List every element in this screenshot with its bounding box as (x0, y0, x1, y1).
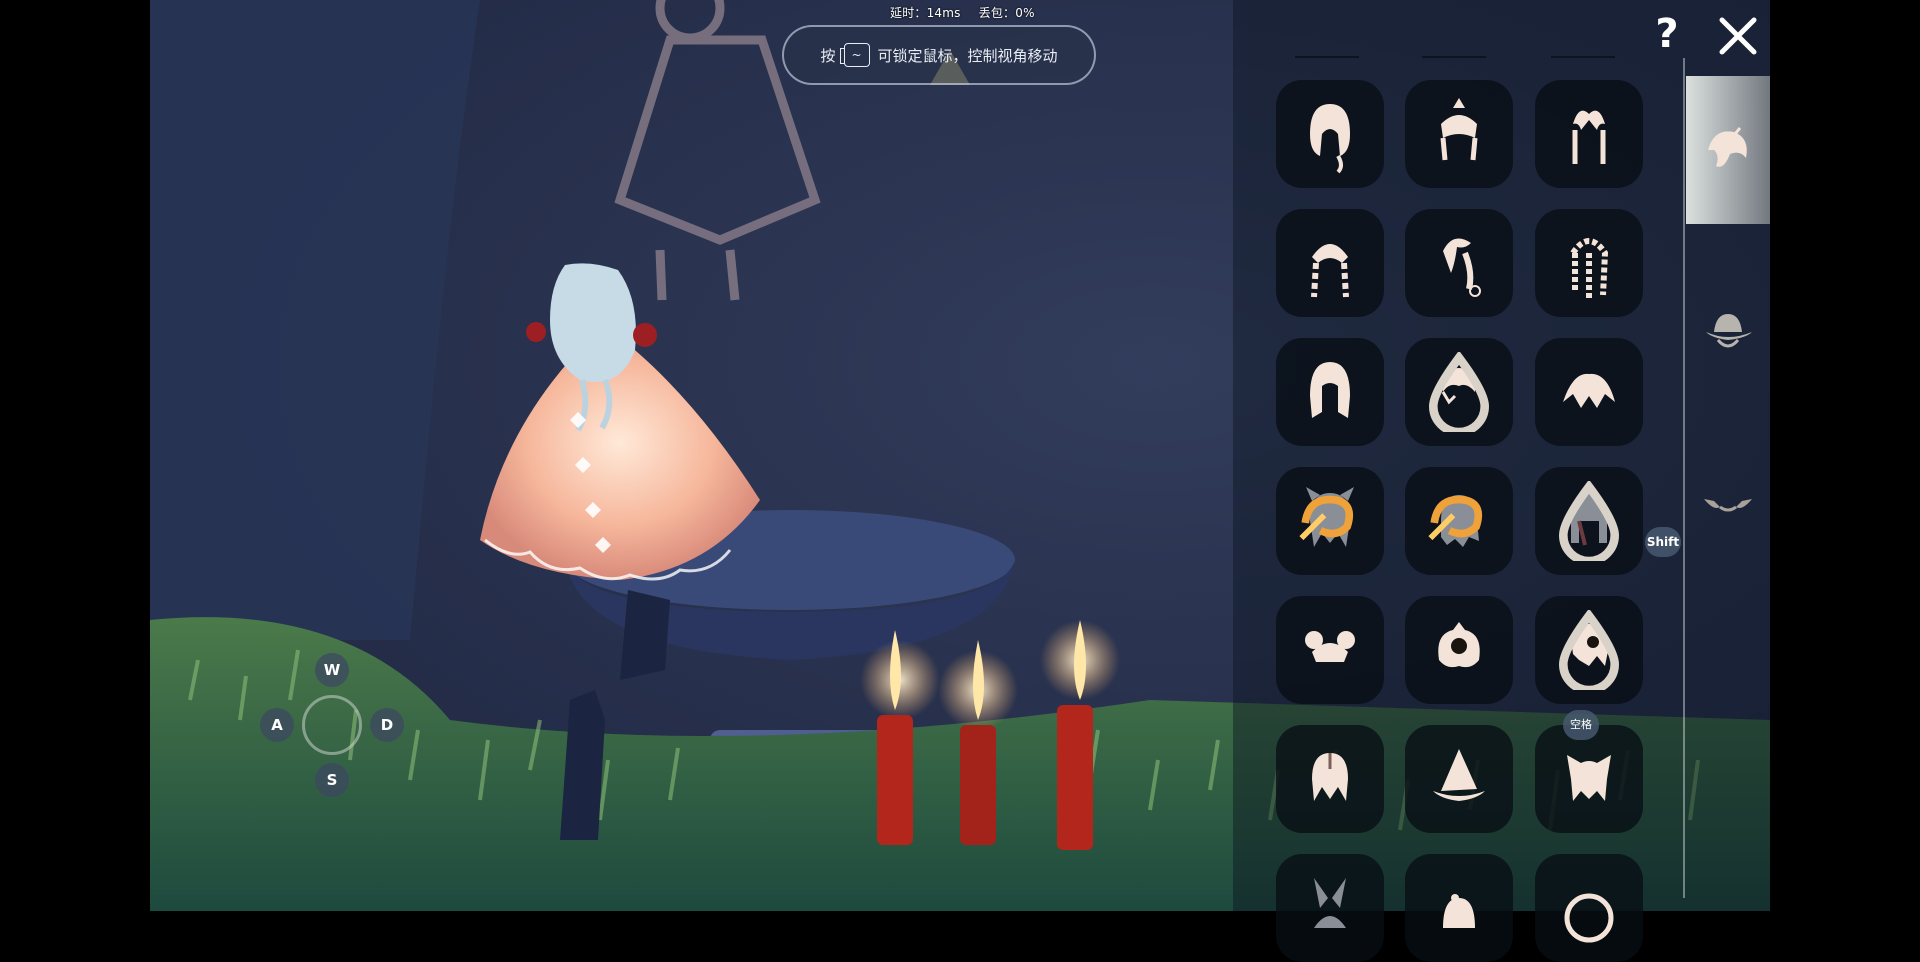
outfit-item[interactable] (1535, 596, 1643, 704)
hair-style-3-icon (1572, 110, 1606, 164)
outfit-item[interactable] (1535, 80, 1643, 188)
outfit-item[interactable] (1405, 725, 1513, 833)
candle-drop-icon (1428, 352, 1490, 432)
panel-scrollbar[interactable] (1683, 58, 1685, 898)
hair-style-19-icon (1314, 878, 1346, 928)
panel-divider (1551, 56, 1615, 58)
outfit-item[interactable] (1535, 854, 1643, 962)
joystick-ring[interactable] (302, 695, 362, 755)
movement-joystick[interactable]: W A D S (260, 653, 410, 803)
outfit-item[interactable] (1276, 596, 1384, 704)
outfit-item[interactable] (1276, 209, 1384, 317)
hair-style-14-icon (1438, 622, 1480, 668)
outfit-item[interactable] (1535, 467, 1643, 575)
category-hat[interactable] (1686, 256, 1770, 404)
latency-text: 延时：14ms (890, 6, 961, 20)
outfit-item[interactable] (1405, 209, 1513, 317)
mouse-lock-hint: 按 ~ 可锁定鼠标，控制视角移动 (782, 25, 1096, 85)
outfit-item[interactable] (1405, 338, 1513, 446)
candle-drop-icon (1558, 610, 1620, 690)
tilde-key-icon: ~ (839, 43, 870, 67)
hair-style-5-icon (1443, 238, 1481, 297)
network-stats: 延时：14ms 丢包：0% (890, 4, 1049, 21)
hint-text: 可锁定鼠标，控制视角移动 (877, 46, 1058, 65)
season-pass-icon (1428, 495, 1483, 541)
hair-style-7-icon (1310, 362, 1350, 418)
panel-divider (1295, 56, 1359, 58)
hair-style-13-icon (1305, 631, 1355, 662)
outfit-item[interactable] (1405, 467, 1513, 575)
outfit-item[interactable] (1276, 854, 1384, 962)
category-horn[interactable] (1686, 433, 1770, 581)
hair-style-2-icon (1440, 98, 1478, 161)
help-icon[interactable]: ? (1648, 14, 1686, 54)
hint-prefix: 按 (820, 46, 836, 65)
hat-category-icon (1706, 314, 1752, 348)
category-hair[interactable] (1686, 76, 1770, 224)
shift-key-badge: Shift (1645, 527, 1681, 557)
outfit-item[interactable] (1405, 596, 1513, 704)
outfit-item[interactable] (1405, 80, 1513, 188)
horn-category-icon (1704, 499, 1752, 512)
hair-style-4-icon (1311, 244, 1349, 298)
hair-style-17-icon (1433, 749, 1485, 801)
hair-style-9-icon (1563, 373, 1615, 408)
hair-style-20-icon (1443, 894, 1475, 928)
hair-style-6-icon (1570, 238, 1609, 299)
top-buttons: ? (1648, 10, 1768, 60)
outfit-item[interactable] (1276, 80, 1384, 188)
hair-category-icon (1708, 127, 1747, 167)
hair-style-16-icon (1312, 753, 1348, 801)
outfit-item[interactable] (1535, 338, 1643, 446)
outfit-item[interactable] (1276, 467, 1384, 575)
key-d[interactable]: D (370, 708, 404, 742)
outfit-item[interactable] (1276, 725, 1384, 833)
season-pass-icon (1299, 495, 1354, 541)
close-icon[interactable] (1716, 14, 1760, 58)
candle-drop-icon (1558, 481, 1620, 561)
key-a[interactable]: A (260, 708, 294, 742)
hair-style-1-icon (1310, 104, 1350, 174)
hair-style-18-icon (1567, 755, 1611, 801)
outfit-item[interactable] (1535, 725, 1643, 833)
hair-style-21-icon (1564, 893, 1614, 943)
panel-divider (1422, 56, 1486, 58)
outfit-item[interactable] (1535, 209, 1643, 317)
packet-loss-text: 丢包：0% (978, 6, 1035, 20)
category-strip (1686, 58, 1770, 911)
key-s[interactable]: S (315, 763, 349, 797)
key-w[interactable]: W (315, 653, 349, 687)
outfit-item[interactable] (1405, 854, 1513, 962)
candles (860, 620, 1120, 850)
space-key-badge: 空格 (1563, 710, 1599, 740)
outfit-item[interactable] (1276, 338, 1384, 446)
